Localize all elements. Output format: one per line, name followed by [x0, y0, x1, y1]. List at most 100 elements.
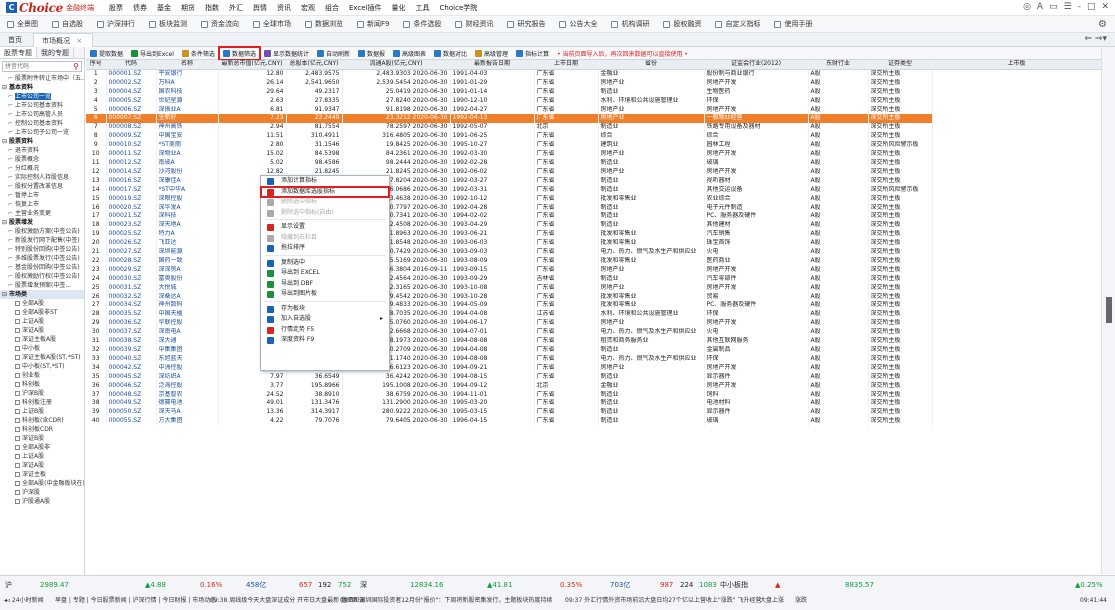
menu-item-11[interactable]: 量化	[387, 0, 411, 16]
checkbox[interactable]	[15, 418, 20, 423]
menu-item-5[interactable]: 外汇	[224, 0, 248, 16]
close-button[interactable]: ✕	[1101, 2, 1109, 12]
sidebar-tab-my-topics[interactable]: 我的专题	[37, 47, 74, 58]
toolbar-item-8[interactable]: 条件选股	[396, 16, 448, 33]
menu-icon[interactable]: ☰	[1064, 2, 1072, 12]
tree-item[interactable]: ⌐ 上市公司子公司一览	[0, 128, 84, 137]
table-row[interactable]: 13000016.SZ深康佳A4.76107.9297107.8204 2020…	[86, 176, 1101, 186]
tree-item[interactable]: 深证主板A股(ST,*ST)	[0, 353, 84, 362]
collapse-icon[interactable]: ⊟	[2, 137, 9, 146]
column-header[interactable]: 证监会行业(2012)	[704, 60, 809, 70]
tree-item[interactable]: 深证B股	[0, 434, 84, 443]
tree-item[interactable]: ⌐ 股权激励行权(中签公告)	[0, 272, 84, 281]
table-row[interactable]: 22000028.SZ国药一致41.01107.9905105.5169 202…	[86, 256, 1101, 266]
checkbox[interactable]	[15, 445, 20, 450]
tree-item[interactable]: ⌐ 基金股份回购(中签公告)	[0, 263, 84, 272]
table-row[interactable]: 25000031.SZ大悦城5.09218.173392.3165 2020-0…	[86, 283, 1101, 293]
context-menu-item[interactable]: 复制选中	[261, 258, 389, 269]
table-row[interactable]: 9 000010.SZ *ST美丽 2.80 31.1546 19.8425 2020-0…	[86, 141, 1101, 151]
tree-item[interactable]: ⊟ 股票资料	[0, 137, 84, 146]
tree-item[interactable]: ⌐ 新股发行网下配售(中签)	[0, 236, 84, 245]
column-header[interactable]: 东财行业	[808, 60, 869, 70]
menu-item-9[interactable]: 组合	[320, 0, 344, 16]
table-row[interactable]: 30000037.SZ深南电A12.5942.666542.6668 2020-…	[86, 328, 1101, 338]
grid-tool-3[interactable]: 数据筛选	[217, 45, 261, 61]
table-row[interactable]: 10 000011.SZ 深物业A 15.02 84.5398 84.2361 2020-…	[86, 150, 1101, 159]
tree-item[interactable]: ⌐ 主营业务变更	[0, 209, 84, 218]
menu-item-7[interactable]: 资讯	[272, 0, 296, 16]
tree-item[interactable]: 深证A股	[0, 326, 84, 335]
checkbox[interactable]	[15, 490, 20, 495]
table-row[interactable]: 36 000046.SZ 泛海控股 3.77 195.8966 195.1008 2020…	[86, 381, 1101, 391]
grid-tool-9[interactable]: 高级管理	[471, 47, 512, 60]
tree-item[interactable]: ⌐ 股票概念	[0, 155, 84, 164]
checkbox[interactable]	[15, 463, 20, 468]
tree-item[interactable]: 中小板	[0, 344, 84, 353]
tree-item[interactable]: ⊟ 股票增发	[0, 218, 84, 227]
toolbar-item-7[interactable]: 新闻F9	[350, 16, 396, 33]
table-row[interactable]: 14000017.SZ*ST中华A3.306.06876.0686 2020-0…	[86, 185, 1101, 195]
screen-icon[interactable]: ▭	[1049, 2, 1058, 12]
tree-item[interactable]: ⌐ 恢复上市	[0, 200, 84, 209]
tree-item[interactable]: 科创板	[0, 380, 84, 389]
checkbox[interactable]	[15, 454, 20, 459]
minimize-button[interactable]: -	[1078, 2, 1081, 12]
tree-item[interactable]: ⌐ 上市公司基本资料	[0, 101, 84, 110]
menu-item-1[interactable]: 债券	[128, 0, 152, 16]
menu-item-10[interactable]: Excel插件	[344, 0, 387, 16]
tree-item[interactable]: ⌐ 股票增发预案(中签...	[0, 281, 84, 290]
tree-item[interactable]: ⌐ 股权分置改革信息	[0, 182, 84, 191]
menu-item-0[interactable]: 股票	[104, 0, 128, 16]
context-menu-item[interactable]: 导出到 EXCEL	[261, 268, 389, 279]
tree-item[interactable]: 上证A股	[0, 452, 84, 461]
settings-gear-icon[interactable]: ⚙	[1098, 19, 1107, 30]
context-menu-item[interactable]: 添加计算指标	[261, 176, 389, 187]
table-row[interactable]: 1 000001.SZ 平安银行 12.80 2,483.9575 2,483.9303 …	[86, 69, 1101, 79]
checkbox[interactable]	[15, 391, 20, 396]
tab-home[interactable]: 首页	[0, 33, 32, 47]
news-item[interactable]: ◂◃ 24小时新闻	[4, 593, 44, 609]
context-menu-item[interactable]: 导出到图片板	[261, 289, 389, 300]
column-header[interactable]: 上市日期	[534, 60, 599, 70]
checkbox[interactable]	[15, 328, 20, 333]
table-row[interactable]: 5 000006.SZ 深振业A 6.81 91.9347 91.8198 2020-06…	[86, 105, 1101, 115]
tree-item[interactable]: ⊟ 基本资料	[0, 83, 84, 92]
tree-item[interactable]: 上证B股	[0, 407, 84, 416]
table-row[interactable]: 39 000050.SZ 深天马A 13.36 314.3917 280.9222 202…	[86, 408, 1101, 418]
collapse-icon[interactable]: ⊟	[2, 218, 9, 227]
table-row[interactable]: 3 000004.SZ 国农科技 29.64 49.2317 25.0419 2020-0…	[86, 87, 1101, 97]
toolbar-item-6[interactable]: 数据浏览	[298, 16, 350, 33]
tree-item[interactable]: 创业板	[0, 371, 84, 380]
maximize-button[interactable]: □	[1087, 2, 1096, 12]
checkbox[interactable]	[15, 382, 20, 387]
menu-item-13[interactable]: Choice学院	[435, 0, 483, 16]
toolbar-item-2[interactable]: 沪深排行	[90, 16, 142, 33]
checkbox[interactable]	[15, 427, 20, 432]
toolbar-item-4[interactable]: 资金流向	[194, 16, 246, 33]
toolbar-item-15[interactable]: 使用手册	[767, 16, 819, 33]
checkbox[interactable]	[15, 409, 20, 414]
tree-item[interactable]: 深证主板A股	[0, 335, 84, 344]
table-row[interactable]: 29000036.SZ华联控股4.4065.263165.0760 2020-0…	[86, 319, 1101, 329]
toolbar-item-0[interactable]: 全景图	[0, 16, 45, 33]
menu-item-6[interactable]: 舆情	[248, 0, 272, 16]
tree-item[interactable]: 科创板(含CDR)	[0, 416, 84, 425]
tab-close-icon[interactable]: ×	[76, 37, 82, 45]
toolbar-item-10[interactable]: 研究报告	[500, 16, 552, 33]
column-header[interactable]: 最新报告日期	[450, 60, 535, 70]
table-row[interactable]: 40 000055.SZ 方大集团 4.22 79.7076 79.6405 2020-0…	[86, 417, 1101, 427]
context-menu-item[interactable]: 存为板块	[261, 304, 389, 315]
tree-item[interactable]: ⌐ 控制公司基本资料	[0, 119, 84, 128]
news-item[interactable]: 09:41:44	[1080, 593, 1107, 609]
checkbox[interactable]	[15, 301, 20, 306]
table-row[interactable]: 28000035.SZ中国天楹5.10128.7126128.7035 2020…	[86, 310, 1101, 320]
news-item[interactable]: 09:37 外汇行情外资市场前沿大盘日均27个亿以上	[565, 593, 700, 609]
tree-item[interactable]: 沪深股	[0, 488, 84, 497]
nav-arrows-icon[interactable]: ⇐ ⇒▾	[1085, 34, 1107, 44]
toolbar-item-3[interactable]: 板块监测	[142, 16, 194, 33]
toolbar-item-14[interactable]: 自定义指标	[708, 16, 767, 33]
tree-item[interactable]: ⌐ 分红概况	[0, 164, 84, 173]
grid-tool-2[interactable]: 条件筛选	[178, 47, 219, 60]
table-row[interactable]: 24000030.SZ富奥股份6.39112.6387112.4564 2020…	[86, 274, 1101, 284]
tree-item[interactable]: 上证A股	[0, 317, 84, 326]
